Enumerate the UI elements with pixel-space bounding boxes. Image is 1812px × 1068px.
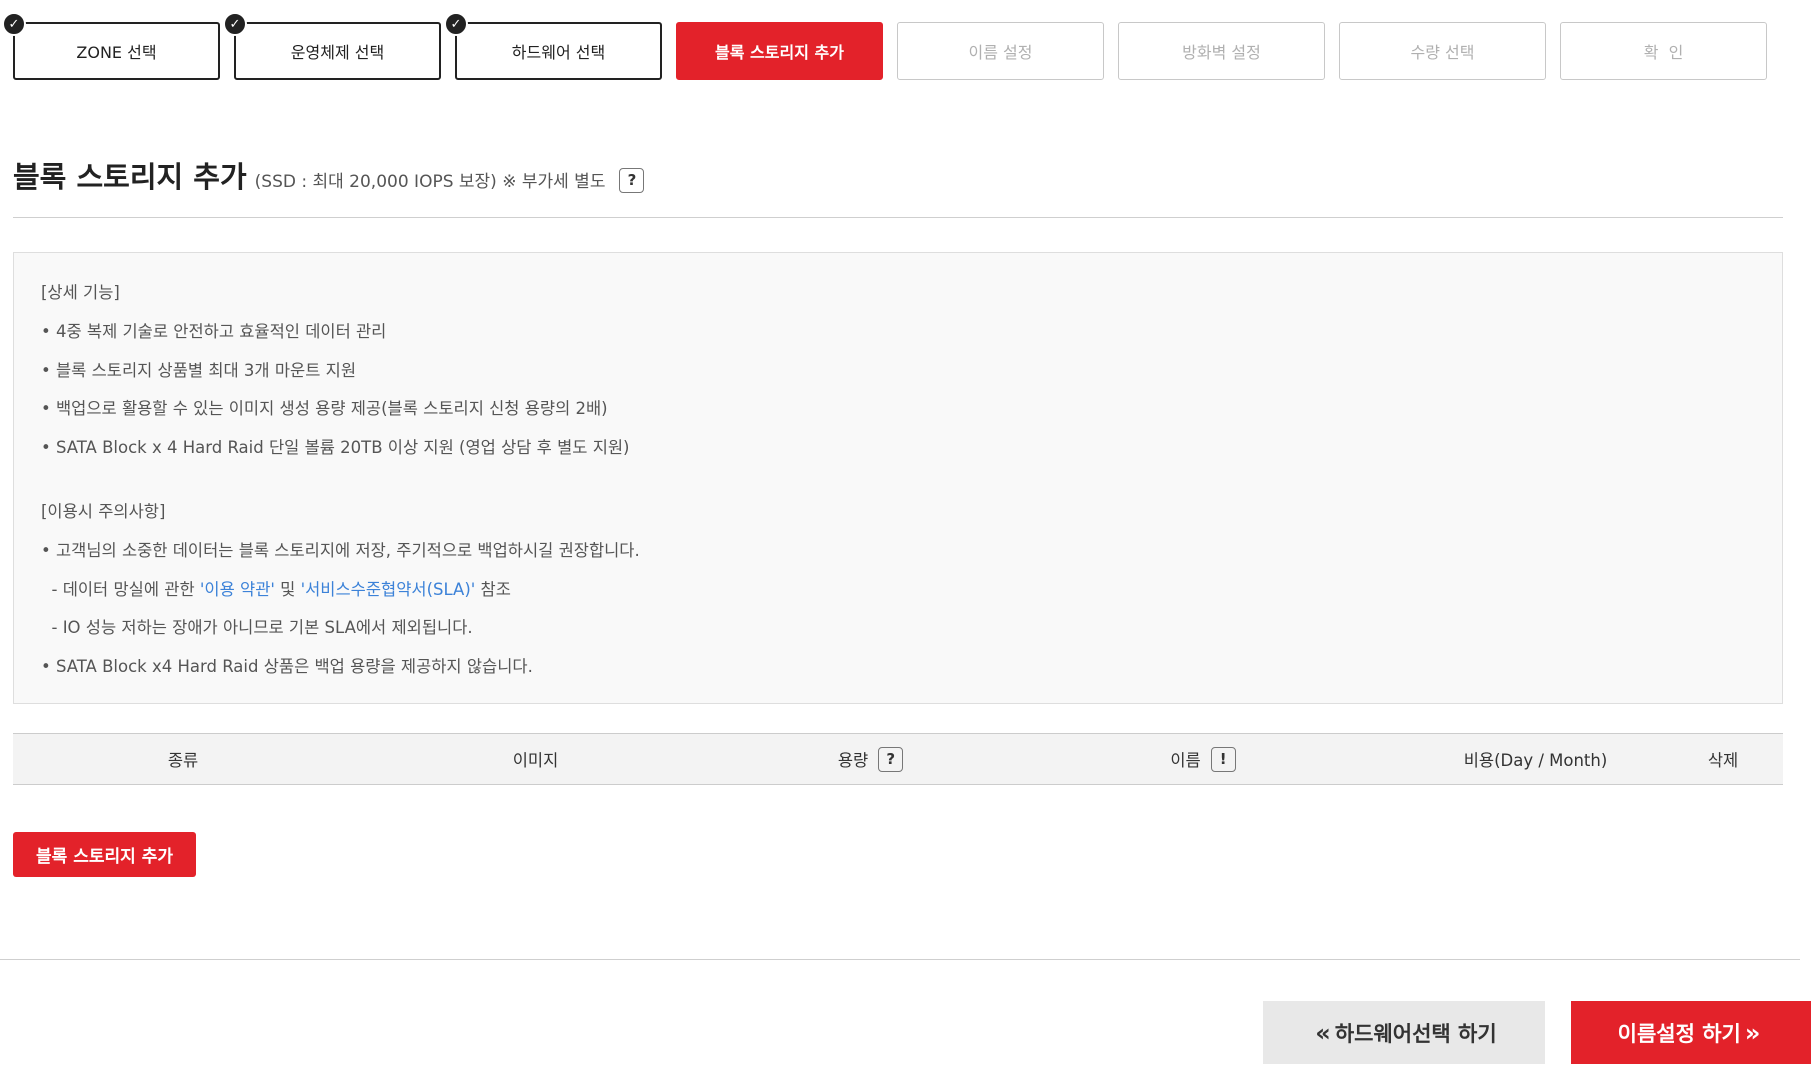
double-right-arrow-icon: » bbox=[1744, 1018, 1761, 1047]
check-icon: ✓ bbox=[223, 12, 247, 36]
alert-icon[interactable]: ! bbox=[1210, 746, 1236, 772]
add-block-storage-button[interactable]: 블록 스토리지 추가 bbox=[13, 832, 196, 877]
step-quantity: 수량 선택 bbox=[1339, 22, 1546, 80]
prev-hardware-button[interactable]: « 하드웨어선택 하기 bbox=[1263, 1001, 1545, 1064]
step-label: 수량 선택 bbox=[1410, 43, 1475, 62]
step-label: 이름 설정 bbox=[968, 43, 1033, 62]
col-label: 삭제 bbox=[1707, 751, 1739, 770]
features-title: [상세 기능] bbox=[41, 283, 120, 302]
next-name-setting-button[interactable]: 이름설정 하기 » bbox=[1571, 1001, 1811, 1064]
step-os[interactable]: ✓ 운영체제 선택 bbox=[223, 12, 441, 80]
feature-item: • 4중 복제 기술로 안전하고 효율적인 데이터 관리 bbox=[41, 322, 387, 341]
step-label: ZONE 선택 bbox=[76, 43, 157, 62]
info-panel: [상세 기능] • 4중 복제 기술로 안전하고 효율적인 데이터 관리 • 블… bbox=[13, 252, 1783, 704]
col-delete: 삭제 bbox=[1663, 734, 1783, 784]
col-label: 이미지 bbox=[512, 751, 559, 770]
page-subtitle: (SSD : 최대 20,000 IOPS 보장) ※ 부가세 별도 bbox=[254, 172, 606, 192]
step-zone[interactable]: ✓ ZONE 선택 bbox=[2, 12, 220, 80]
col-capacity: 용량 ? bbox=[718, 734, 1023, 784]
col-type: 종류 bbox=[13, 734, 353, 784]
col-label: 비용(Day / Month) bbox=[1463, 751, 1608, 770]
divider bbox=[13, 217, 1783, 218]
col-label: 용량 bbox=[837, 751, 869, 770]
feature-item: • 백업으로 활용할 수 있는 이미지 생성 용량 제공(블록 스토리지 신청 … bbox=[41, 399, 608, 418]
step-label: 블록 스토리지 추가 bbox=[715, 43, 844, 62]
terms-link[interactable]: '이용 약관' bbox=[200, 580, 275, 599]
step-label: 확 인 bbox=[1643, 43, 1684, 62]
sla-link[interactable]: '서비스수준협약서(SLA)' bbox=[301, 580, 476, 599]
step-firewall: 방화벽 설정 bbox=[1118, 22, 1325, 80]
help-icon[interactable]: ? bbox=[878, 746, 904, 772]
col-image: 이미지 bbox=[353, 734, 718, 784]
caution-text: 참조 bbox=[475, 580, 511, 599]
caution-item-links: - 데이터 망실에 관한 '이용 약관' 및 '서비스수준협약서(SLA)' 참… bbox=[41, 576, 511, 600]
page-title: 블록 스토리지 추가 bbox=[13, 160, 247, 194]
next-label: 이름설정 하기 bbox=[1617, 1021, 1741, 1046]
divider bbox=[0, 959, 1800, 960]
step-confirm: 확 인 bbox=[1560, 22, 1767, 80]
col-cost: 비용(Day / Month) bbox=[1383, 734, 1688, 784]
col-name: 이름 ! bbox=[1023, 734, 1383, 784]
caution-item: • SATA Block x4 Hard Raid 상품은 백업 용량을 제공하… bbox=[41, 657, 533, 676]
cautions-title: [이용시 주의사항] bbox=[41, 502, 166, 521]
step-label: 하드웨어 선택 bbox=[511, 43, 606, 62]
storage-table-header: 종류 이미지 용량 ? 이름 ! 비용(Day / Month) 삭제 bbox=[13, 733, 1783, 785]
caution-text: - 데이터 망실에 관한 bbox=[41, 580, 200, 599]
step-block-storage[interactable]: 블록 스토리지 추가 bbox=[676, 22, 883, 80]
check-icon: ✓ bbox=[444, 12, 468, 36]
step-label: 방화벽 설정 bbox=[1182, 43, 1261, 62]
caution-text: 및 bbox=[274, 580, 301, 599]
page-heading: 블록 스토리지 추가 (SSD : 최대 20,000 IOPS 보장) ※ 부… bbox=[13, 154, 645, 196]
check-icon: ✓ bbox=[2, 12, 26, 36]
step-hardware[interactable]: ✓ 하드웨어 선택 bbox=[444, 12, 662, 80]
step-label: 운영체제 선택 bbox=[290, 43, 385, 62]
col-label: 이름 bbox=[1170, 751, 1201, 770]
caution-item: - IO 성능 저하는 장애가 아니므로 기본 SLA에서 제외됩니다. bbox=[41, 618, 473, 637]
step-progress: ✓ ZONE 선택 ✓ 운영체제 선택 ✓ 하드웨어 선택 블록 스토리지 추가… bbox=[2, 12, 1773, 80]
col-label: 종류 bbox=[167, 751, 199, 770]
help-icon[interactable]: ? bbox=[619, 167, 645, 193]
feature-item: • 블록 스토리지 상품별 최대 3개 마운트 지원 bbox=[41, 361, 357, 380]
step-name: 이름 설정 bbox=[897, 22, 1104, 80]
caution-item: • 고객님의 소중한 데이터는 블록 스토리지에 저장, 주기적으로 백업하시길… bbox=[41, 541, 640, 560]
double-left-arrow-icon: « bbox=[1315, 1018, 1331, 1047]
feature-item: • SATA Block x 4 Hard Raid 단일 볼륨 20TB 이상… bbox=[41, 438, 630, 457]
prev-label: 하드웨어선택 하기 bbox=[1334, 1021, 1497, 1046]
